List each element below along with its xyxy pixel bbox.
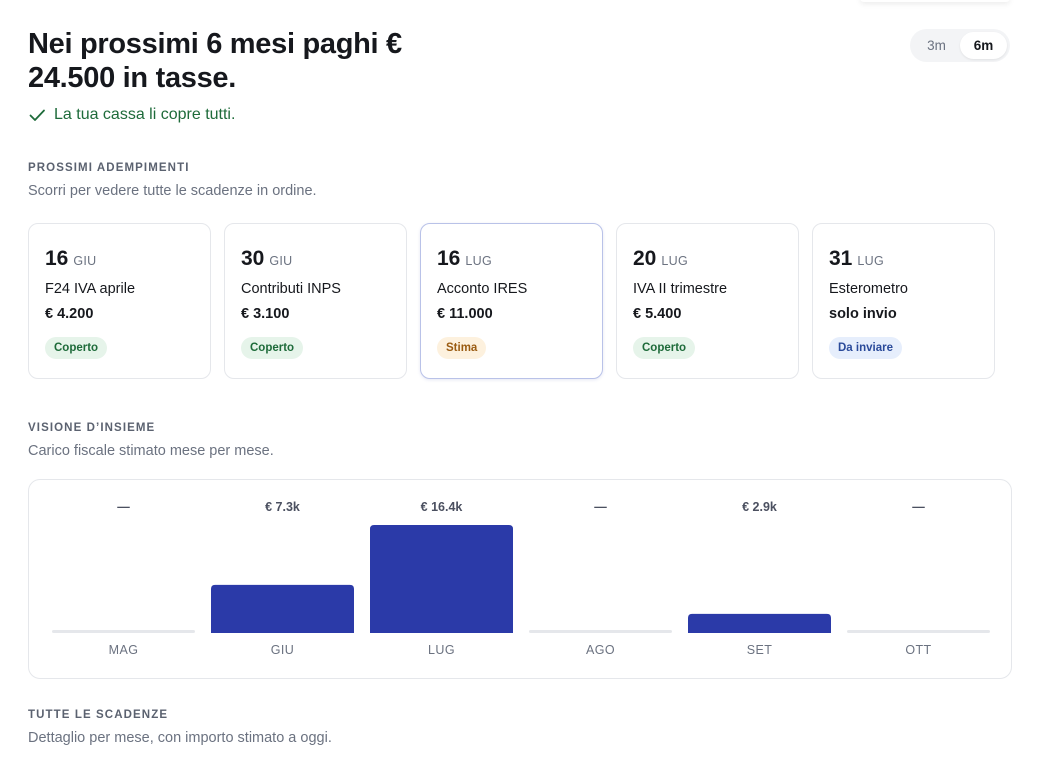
chart-value-label: € 16.4k — [421, 500, 463, 514]
card-amount: solo invio — [829, 306, 897, 322]
overview-section-subtitle: Carico fiscale stimato mese per mese. — [28, 443, 274, 459]
card-month: LUG — [661, 254, 688, 268]
page-headline: Nei prossimi 6 mesi paghi € 24.500 in ta… — [28, 28, 402, 94]
chart-category-label: OTT — [905, 643, 931, 657]
chart-category-label: AGO — [586, 643, 615, 657]
upcoming-section-subtitle: Scorri per vedere tutte le scadenze in o… — [28, 183, 317, 199]
deadline-card[interactable]: 16 GIU F24 IVA aprile € 4.200 Coperto — [28, 223, 211, 379]
card-day: 31 — [829, 247, 853, 270]
card-month: GIU — [73, 254, 97, 268]
status-badge: Coperto — [241, 337, 304, 359]
deadlines-section-label: TUTTE LE SCADENZE — [28, 709, 169, 721]
deadline-card[interactable]: 30 GIU Contributi INPS € 3.100 Coperto — [224, 223, 407, 379]
coverage-status: La tua cassa li copre tutti. — [28, 106, 235, 124]
chart-category-label: MAG — [109, 643, 139, 657]
deadlines-section-subtitle: Dettaglio per mese, con importo stimato … — [28, 730, 332, 746]
upcoming-section-label: PROSSIMI ADEMPIMENTI — [28, 162, 190, 174]
floating-panel-edge — [860, 0, 1010, 2]
coverage-status-text: La tua cassa li copre tutti. — [54, 106, 236, 123]
card-title: Acconto IRES — [437, 281, 528, 297]
card-date: 30 GIU — [241, 247, 390, 271]
card-date: 16 GIU — [45, 247, 194, 271]
deadline-card[interactable]: 31 LUG Esterometro solo invio Da inviare — [812, 223, 995, 379]
card-amount: € 4.200 — [45, 306, 94, 322]
chart-category-label: GIU — [271, 643, 294, 657]
deadline-card[interactable]: 20 LUG IVA II trimestre € 5.400 Coperto — [616, 223, 799, 379]
monthly-tax-chart: — MAG € 7.3k GIU € 16.4k LUG — AGO € 2.9k SET — OTT — [28, 479, 1012, 679]
chart-bar[interactable] — [211, 584, 354, 633]
overview-section-label: VISIONE D’INSIEME — [28, 422, 156, 434]
chart-bar[interactable] — [370, 525, 513, 633]
card-date: 31 LUG — [829, 247, 978, 271]
card-day: 30 — [241, 247, 265, 270]
card-title: F24 IVA aprile — [45, 281, 136, 297]
chart-value-label: — — [912, 500, 925, 514]
status-badge: Coperto — [45, 337, 108, 359]
chart-category-label: LUG — [428, 643, 455, 657]
chart-value-label: — — [594, 500, 607, 514]
card-title: Contributi INPS — [241, 281, 341, 297]
card-amount: € 3.100 — [241, 306, 290, 322]
status-badge: Coperto — [633, 337, 696, 359]
chart-value-label: € 2.9k — [742, 500, 777, 514]
card-title: IVA II trimestre — [633, 281, 728, 297]
monthly-tax-chart-svg: — MAG € 7.3k GIU € 16.4k LUG — AGO € 2.9k SET — OTT — [52, 500, 990, 657]
card-day: 20 — [633, 247, 657, 270]
card-date: 20 LUG — [633, 247, 782, 271]
card-month: GIU — [269, 254, 293, 268]
card-title: Esterometro — [829, 281, 908, 297]
chart-bar[interactable] — [688, 613, 831, 633]
chart-category-label: SET — [747, 643, 773, 657]
card-day: 16 — [45, 247, 69, 270]
card-date: 16 LUG — [437, 247, 586, 271]
check-icon — [29, 109, 45, 121]
card-amount: € 5.400 — [633, 306, 682, 322]
card-month: LUG — [857, 254, 884, 268]
status-badge: Stima — [437, 337, 487, 359]
range-option-6m[interactable]: 6m — [960, 32, 1007, 59]
range-option-3m[interactable]: 3m — [913, 32, 960, 59]
status-badge: Da inviare — [829, 337, 902, 359]
chart-bar-empty — [529, 630, 672, 633]
chart-value-label: — — [117, 500, 130, 514]
range-toggle: 3m 6m — [910, 29, 1010, 62]
chart-value-label: € 7.3k — [265, 500, 300, 514]
chart-bar-empty — [52, 630, 195, 633]
deadline-card-list: 16 GIU F24 IVA aprile € 4.200 Coperto 30… — [28, 223, 995, 379]
card-month: LUG — [465, 254, 492, 268]
card-day: 16 — [437, 247, 461, 270]
deadline-card[interactable]: 16 LUG Acconto IRES € 11.000 Stima — [420, 223, 603, 379]
card-amount: € 11.000 — [437, 306, 493, 322]
chart-bar-empty — [847, 630, 990, 633]
